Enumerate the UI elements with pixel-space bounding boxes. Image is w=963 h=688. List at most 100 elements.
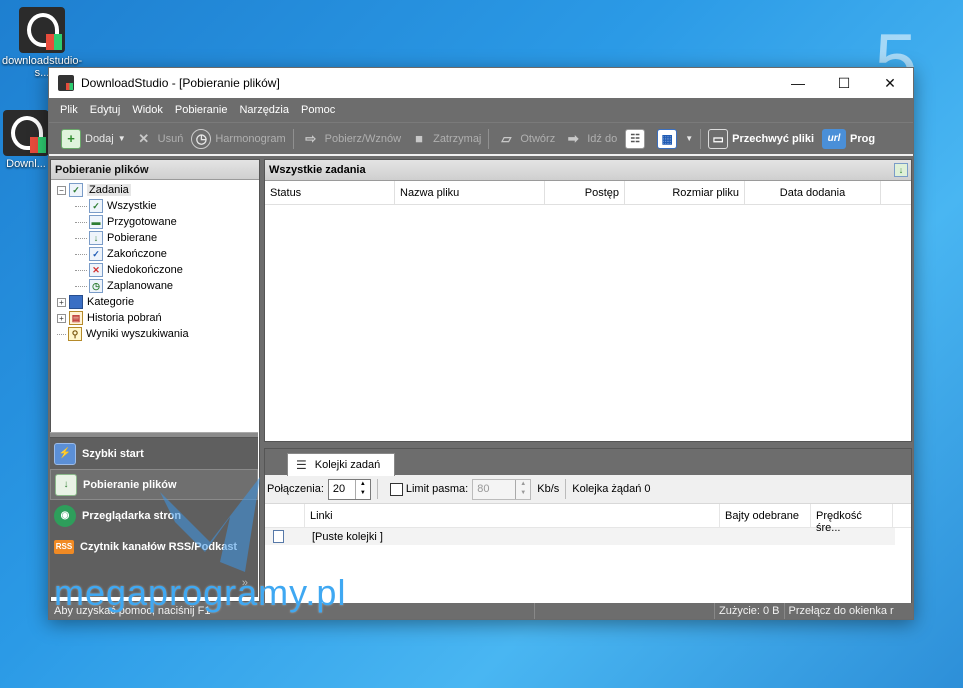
- tree-connector: [57, 333, 66, 335]
- maximize-button[interactable]: ☐: [821, 68, 867, 98]
- column-date-added[interactable]: Data dodania: [745, 181, 881, 204]
- column-filesize[interactable]: Rozmiar pliku: [625, 181, 745, 204]
- tab-task-queues[interactable]: ☰ Kolejki zadań: [287, 453, 395, 476]
- menu-pomoc[interactable]: Pomoc: [295, 104, 341, 116]
- queue-grid-header: Linki Bajty odebrane Prędkość śre...: [265, 504, 911, 534]
- table-row[interactable]: [Puste kolejki ]: [265, 528, 895, 545]
- globe-icon: ◉: [54, 504, 76, 527]
- file-icon: [273, 530, 284, 543]
- chevron-down-icon[interactable]: ▼: [118, 134, 126, 143]
- stepper-arrows-icon[interactable]: ▲ ▼: [354, 479, 370, 499]
- stop-icon: ■: [415, 131, 424, 146]
- stepper-arrows-icon[interactable]: ▲ ▼: [515, 479, 530, 499]
- menu-widok[interactable]: Widok: [126, 104, 169, 116]
- properties-button[interactable]: ☷: [621, 126, 653, 152]
- tree-item-prepared[interactable]: ▬ Przygotowane: [57, 214, 259, 230]
- capture-files-button[interactable]: ▭ Przechwyć pliki: [704, 126, 818, 152]
- toolbar-separator: [700, 128, 702, 149]
- tree-item-tasks[interactable]: − ✓ Zadania: [57, 182, 259, 198]
- desktop-icon-label: Downl...: [6, 158, 46, 170]
- url-button[interactable]: url Prog: [818, 126, 879, 152]
- nav-quick-start[interactable]: ⚡ Szybki start: [50, 438, 258, 469]
- queue-options-row: Połączenia: 20 ▲ ▼ Limit pasma: 80 ▲ ▼ Kb/…: [265, 475, 911, 504]
- column-bytes-received[interactable]: Bajty odebrane: [720, 504, 811, 527]
- view-button[interactable]: ▦ ▼: [653, 126, 697, 152]
- open-button[interactable]: ▱ Otwórz: [492, 126, 559, 152]
- tree-item-completed[interactable]: ✓ Zakończone: [57, 246, 259, 262]
- schedule-button[interactable]: ◷ Harmonogram: [187, 126, 289, 152]
- chevron-down-icon[interactable]: ▼: [685, 134, 693, 143]
- tree-item-label: Pobierane: [107, 232, 158, 244]
- app-icon: [58, 75, 74, 91]
- tree-item-all[interactable]: ✓ Wszystkie: [57, 198, 259, 214]
- limit-stepper[interactable]: 80 ▲ ▼: [472, 478, 532, 500]
- folder-open-icon: ▱: [501, 130, 512, 146]
- empty-queue-label: [Puste kolejki ]: [312, 530, 383, 543]
- download-icon: ↓: [55, 473, 77, 496]
- limit-value[interactable]: 80: [473, 480, 515, 499]
- expand-icon[interactable]: +: [57, 297, 66, 307]
- tree-item-incomplete[interactable]: ✕ Niedokończone: [57, 262, 259, 278]
- tasks-panel-header: Wszystkie zadania ↓: [265, 160, 911, 181]
- tree-item-scheduled[interactable]: ◷ Zaplanowane: [57, 278, 259, 294]
- column-progress[interactable]: Postęp: [545, 181, 625, 204]
- tree-item-downloading[interactable]: ↓ Pobierane: [57, 230, 259, 246]
- tab-label: Kolejki zadań: [314, 459, 381, 471]
- left-panel-title: Pobieranie plików: [51, 160, 259, 180]
- tree-item-label: Przygotowane: [107, 216, 177, 228]
- download-arrow-icon: ↓: [89, 231, 103, 245]
- minimize-button[interactable]: —: [775, 68, 821, 98]
- queue-info: Kolejka żądań 0: [572, 483, 651, 495]
- tasks-icon: ✓: [69, 183, 83, 197]
- goto-icon: ➡: [567, 130, 579, 146]
- tree-item-label: Kategorie: [87, 296, 135, 308]
- goto-button[interactable]: ➡ Idź do: [559, 126, 621, 152]
- connections-value[interactable]: 20: [329, 480, 355, 499]
- clipboard-icon: ☷: [625, 128, 646, 149]
- downloadstudio-shortcut-icon: [3, 110, 49, 156]
- connections-stepper[interactable]: 20 ▲ ▼: [327, 478, 371, 500]
- column-filename[interactable]: Nazwa pliku: [395, 181, 545, 204]
- tree-item-label: Zaplanowane: [107, 280, 174, 292]
- open-label: Otwórz: [520, 132, 556, 145]
- menu-plik[interactable]: Plik: [54, 104, 84, 116]
- tree-item-history[interactable]: + ▤ Historia pobrań: [57, 310, 259, 326]
- close-button[interactable]: ✕: [867, 68, 913, 98]
- prog-label: Prog: [850, 132, 876, 145]
- delete-button[interactable]: ✕ Usuń: [130, 126, 188, 152]
- column-status[interactable]: Status: [265, 181, 395, 204]
- limit-label: Limit pasma:: [405, 483, 469, 495]
- tasks-panel-title: Wszystkie zadania: [269, 164, 366, 176]
- column-links[interactable]: Linki: [305, 504, 720, 527]
- schedule-label: Harmonogram: [215, 132, 286, 145]
- tree-connector: [75, 269, 87, 271]
- download-resume-button[interactable]: ⇨ Pobierz/Wznów: [297, 126, 405, 152]
- stop-button[interactable]: ■ Zatrzymaj: [405, 126, 485, 152]
- tree-item-search-results[interactable]: ⚲ Wyniki wyszukiwania: [57, 326, 259, 342]
- queue-panel: ☰ Kolejki zadań Połączenia: 20 ▲ ▼ Limit …: [264, 448, 912, 605]
- expand-icon[interactable]: +: [57, 313, 66, 323]
- tasks-panel: Wszystkie zadania ↓ Status Nazwa pliku P…: [264, 159, 912, 442]
- title-bar[interactable]: DownloadStudio - [Pobieranie plików] — ☐…: [49, 68, 913, 98]
- panel-download-icon[interactable]: ↓: [894, 163, 908, 177]
- menu-pobieranie[interactable]: Pobieranie: [169, 104, 234, 116]
- goto-label: Idź do: [587, 132, 618, 145]
- lightning-icon: ⚡: [54, 442, 76, 465]
- column-avg-speed[interactable]: Prędkość śre...: [811, 504, 893, 534]
- tree-item-categories[interactable]: + Kategorie: [57, 294, 259, 310]
- menu-narzedzia[interactable]: Narzędzia: [233, 104, 295, 116]
- tree-item-label: Wyniki wyszukiwania: [86, 328, 189, 340]
- downloadstudio-setup-icon: [19, 7, 65, 53]
- task-tree: − ✓ Zadania ✓ Wszystkie ▬ Przygotowane ↓: [51, 180, 259, 342]
- add-button[interactable]: + Dodaj ▼: [57, 126, 130, 152]
- menu-edytuj[interactable]: Edytuj: [84, 104, 127, 116]
- limit-bandwidth-checkbox[interactable]: [389, 482, 403, 496]
- collapse-icon[interactable]: −: [57, 185, 66, 195]
- menu-bar: Plik Edytuj Widok Pobieranie Narzędzia P…: [49, 98, 913, 122]
- tree-item-label: Wszystkie: [107, 200, 157, 212]
- tree-connector: [75, 205, 87, 207]
- delete-label: Usuń: [157, 132, 184, 145]
- error-x-icon: ✕: [89, 263, 103, 277]
- watermark-text: megaprogramy.pl: [54, 572, 347, 613]
- film-capture-icon: ▭: [708, 128, 729, 149]
